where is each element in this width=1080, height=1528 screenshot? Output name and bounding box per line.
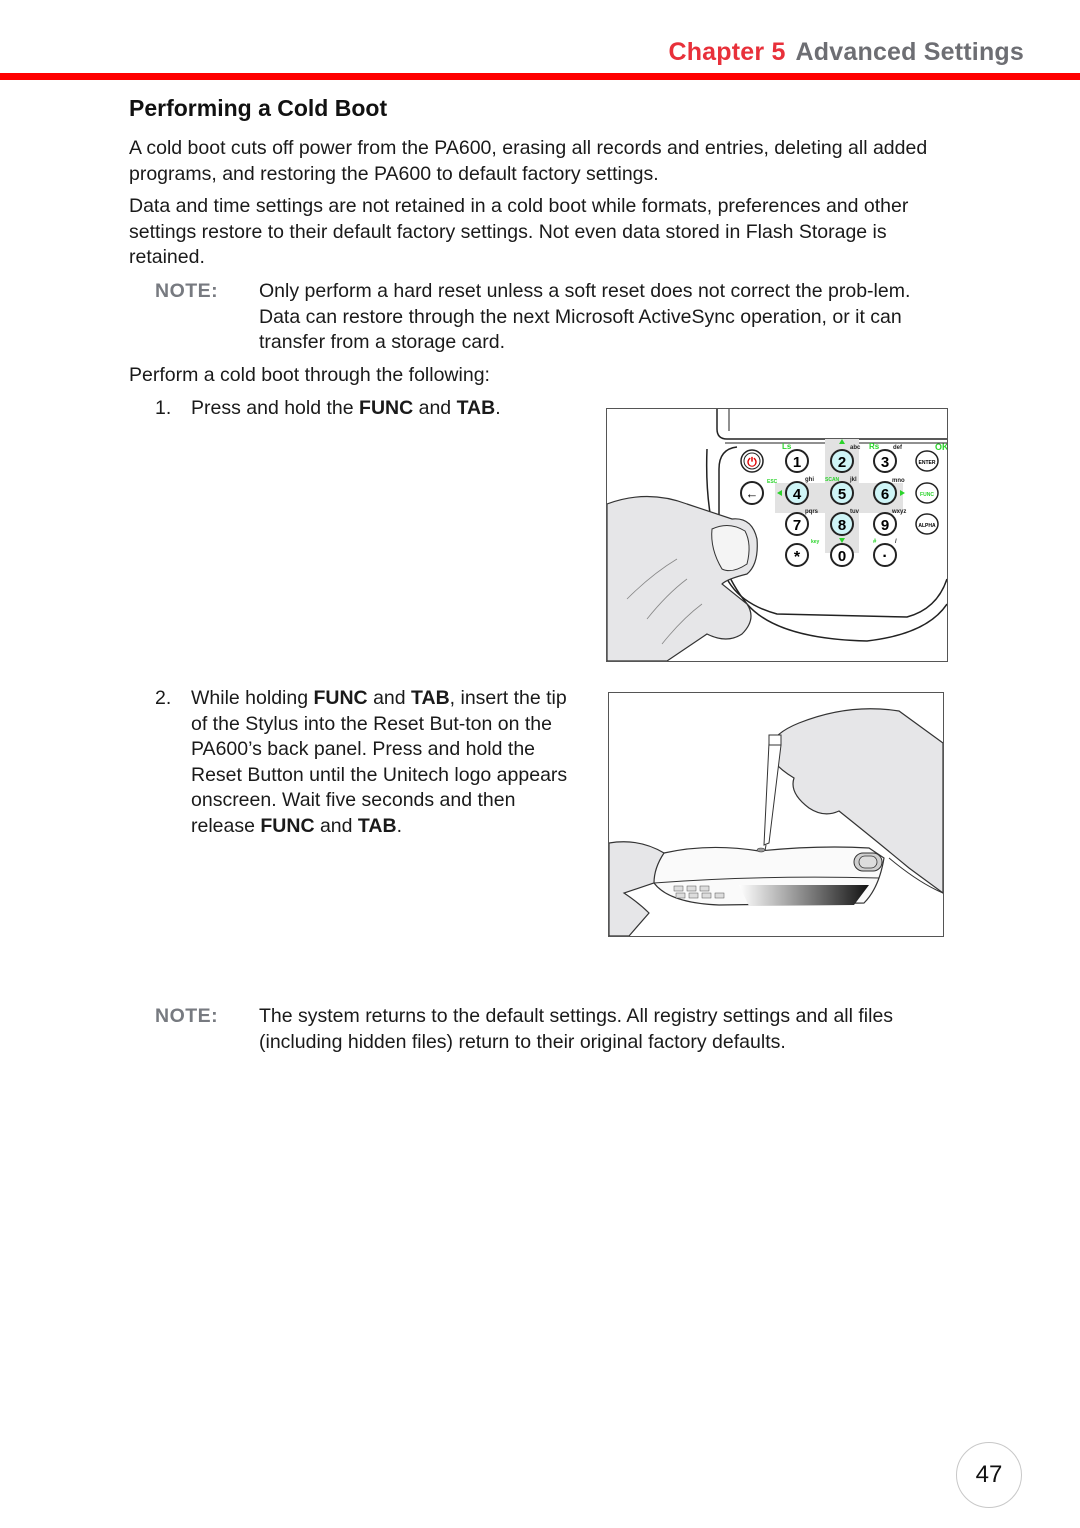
text-run: and <box>314 814 358 837</box>
key-label: 2 <box>838 454 846 471</box>
page-number: 47 <box>956 1442 1022 1508</box>
key-label: ENTER <box>919 460 936 466</box>
key-label: ← <box>746 486 759 501</box>
key-name-func: FUNC <box>313 687 368 709</box>
key-label: 4 <box>793 486 802 503</box>
abc-label: abc <box>850 445 861 451</box>
key-name-tab: TAB <box>357 814 397 837</box>
text-run: and <box>367 687 412 709</box>
figure-stylus-reset <box>608 692 944 937</box>
step-text: While holding FUNC and TAB, insert the t… <box>191 686 575 839</box>
header-rule <box>0 73 1080 80</box>
rs-label: Rs <box>869 442 880 451</box>
steps-intro: Perform a cold boot through the followin… <box>129 364 490 386</box>
text-run: and <box>413 397 457 419</box>
key-name-func: FUNC <box>260 814 315 837</box>
text-run: Press and hold the <box>191 397 360 419</box>
tuv-label: tuv <box>850 509 860 515</box>
scan-label: SCAN <box>825 477 840 483</box>
key-label: 5 <box>838 486 846 503</box>
key-label: ALPHA <box>918 523 936 529</box>
ok-label: OK <box>935 442 947 452</box>
power-icon: ⏻ <box>747 455 757 469</box>
note-text: The system returns to the default settin… <box>259 1005 894 1053</box>
key-label: FUNC <box>920 492 934 498</box>
key-label: 0 <box>838 548 846 565</box>
key-light-label: key <box>811 539 820 545</box>
ls-label: Ls <box>782 442 792 451</box>
ghi-label: ghi <box>805 477 814 483</box>
key-label: 1 <box>793 454 801 471</box>
note-defaults: NOTE: The system returns to the default … <box>155 1004 955 1055</box>
text-run: . <box>396 814 402 837</box>
key-label: * <box>794 549 801 566</box>
key-label: · <box>882 548 887 565</box>
text-run: . <box>495 397 501 419</box>
step-number: 1. <box>155 397 172 419</box>
pqrs-label: pqrs <box>805 509 819 515</box>
paragraph-intro: A cold boot cuts off power from the PA60… <box>129 137 928 185</box>
paragraph-data-settings: Data and time settings are not retained … <box>129 195 909 268</box>
chapter-header: Chapter 5 Advanced Settings <box>668 38 1024 67</box>
figure-keypad: ⏻ 1 2 3 ENTER ← 4 5 6 FUNC 7 8 9 ALPHA *… <box>606 408 948 662</box>
chapter-title: Advanced Settings <box>795 38 1024 66</box>
key-label: 6 <box>881 486 889 503</box>
key-label: 8 <box>838 517 846 534</box>
step-1: 1. Press and hold the FUNC and TAB. <box>155 396 575 422</box>
note-label: NOTE: <box>155 1005 219 1027</box>
stylus-reset-illustration <box>609 708 943 936</box>
chapter-label: Chapter 5 <box>668 38 786 66</box>
key-name-tab: TAB <box>456 397 496 419</box>
key-name-tab: TAB <box>411 687 450 709</box>
wxyz-label: wxyz <box>891 509 906 515</box>
key-label: 3 <box>881 454 889 471</box>
mno-label: mno <box>892 478 905 484</box>
jkl-label: jkl <box>849 477 857 483</box>
step-text: Press and hold the FUNC and TAB. <box>191 396 575 422</box>
step-number: 2. <box>155 687 172 709</box>
hash-label: # <box>873 539 877 545</box>
section-title: Performing a Cold Boot <box>129 95 388 121</box>
text-run: While holding <box>191 687 314 709</box>
note-hard-reset: NOTE: Only perform a hard reset unless a… <box>155 279 955 356</box>
key-label: 9 <box>881 517 889 534</box>
slash-label: / <box>895 539 897 545</box>
def-label: def <box>893 445 903 451</box>
step-2: 2. While holding FUNC and TAB, insert th… <box>155 686 575 839</box>
note-label: NOTE: <box>155 280 219 302</box>
note-text: Only perform a hard reset unless a soft … <box>259 280 911 353</box>
keypad-illustration: ⏻ 1 2 3 ENTER ← 4 5 6 FUNC 7 8 9 ALPHA *… <box>607 409 947 661</box>
key-label: 7 <box>793 517 801 534</box>
esc-label: ESC <box>767 479 778 485</box>
key-name-func: FUNC <box>359 397 414 419</box>
